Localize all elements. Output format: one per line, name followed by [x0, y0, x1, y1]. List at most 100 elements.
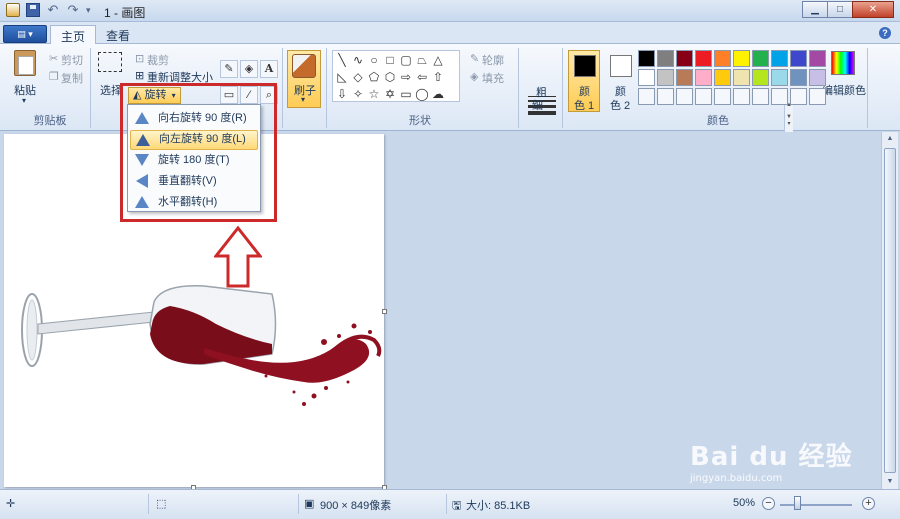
tab-view[interactable]: 查看	[96, 25, 140, 45]
copy-button[interactable]: 复制	[61, 70, 83, 86]
customize-qat-icon[interactable]: ▾	[86, 3, 100, 17]
help-icon[interactable]: ?	[879, 27, 891, 39]
palette-swatch[interactable]	[638, 50, 655, 67]
fill-bucket-icon[interactable]: ◈	[240, 60, 258, 78]
color2-button[interactable]: 颜 色 2	[604, 50, 636, 112]
vertical-scrollbar[interactable]: ▲ ▼	[881, 132, 898, 489]
zoom-slider-track[interactable]	[780, 504, 852, 506]
zoom-in-button[interactable]: +	[862, 497, 875, 510]
scroll-down-icon[interactable]: ▼	[882, 475, 898, 489]
palette-swatch[interactable]	[752, 88, 769, 105]
application-menu-button[interactable]: ▤ ▾	[3, 25, 47, 43]
palette-swatch[interactable]	[752, 69, 769, 86]
palette-swatch[interactable]	[771, 88, 788, 105]
palette-swatch[interactable]	[733, 69, 750, 86]
curve-shape-icon[interactable]: ∿	[351, 53, 365, 67]
redo-icon[interactable]: ↷	[66, 3, 80, 17]
scroll-up-icon[interactable]: ▲	[882, 132, 898, 146]
status-separator	[298, 494, 299, 514]
maximize-button[interactable]: □	[827, 1, 853, 18]
palette-swatch[interactable]	[676, 69, 693, 86]
palette-swatch[interactable]	[771, 69, 788, 86]
triangle-shape-icon[interactable]: △	[431, 53, 445, 67]
tab-home[interactable]: 主页	[50, 25, 97, 45]
rounded-rectangle-shape-icon[interactable]: ▢	[399, 53, 413, 67]
canvas-resize-handle-right[interactable]	[382, 309, 387, 314]
right-arrow-shape-icon[interactable]: ⇨	[399, 70, 413, 84]
zoom-slider-knob[interactable]	[794, 496, 801, 510]
size-label-line2[interactable]: 细	[532, 97, 543, 113]
cut-button[interactable]: 剪切	[61, 52, 83, 68]
palette-swatch[interactable]	[714, 88, 731, 105]
minimize-button[interactable]: ▁	[802, 1, 828, 18]
palette-swatch[interactable]	[752, 50, 769, 67]
palette-swatch[interactable]	[695, 50, 712, 67]
ribbon-separator	[562, 48, 563, 128]
palette-swatch[interactable]	[809, 88, 826, 105]
save-icon[interactable]	[26, 3, 40, 17]
shapes-gallery[interactable]: ╲ ∿ ○ □ ▢ ⏢ △ ◺ ◇ ⬠ ⬡ ⇨ ⇦ ⇧ ⇩ ✧ ☆ ✡ ▭ ◯ …	[332, 50, 793, 152]
oval-shape-icon[interactable]: ○	[367, 53, 381, 67]
left-arrow-shape-icon[interactable]: ⇦	[415, 70, 429, 84]
pencil-icon[interactable]: ✎	[220, 60, 238, 78]
color2-swatch	[610, 55, 632, 77]
palette-swatch[interactable]	[657, 69, 674, 86]
fill-button[interactable]: 填充	[482, 70, 504, 86]
six-point-star-shape-icon[interactable]: ✡	[383, 87, 397, 101]
palette-swatch[interactable]	[809, 50, 826, 67]
five-point-star-shape-icon[interactable]: ☆	[367, 87, 381, 101]
palette-swatch[interactable]	[809, 69, 826, 86]
ribbon-separator	[282, 48, 283, 128]
palette-swatch[interactable]	[733, 50, 750, 67]
paint-app-icon[interactable]	[6, 3, 20, 17]
hexagon-shape-icon[interactable]: ⬡	[383, 70, 397, 84]
status-bar: ✛ ⬚ ▣ 900 × 849像素 🖫 大小: 85.1KB 50% − +	[0, 489, 900, 519]
polygon-shape-icon[interactable]: ⏢	[415, 53, 429, 67]
rounded-callout-shape-icon[interactable]: ▭	[399, 87, 413, 101]
palette-swatch[interactable]	[695, 69, 712, 86]
line-shape-icon[interactable]: ╲	[335, 53, 349, 67]
status-separator	[446, 494, 447, 514]
right-triangle-shape-icon[interactable]: ◺	[335, 70, 349, 84]
palette-swatch[interactable]	[771, 50, 788, 67]
text-tool-icon[interactable]: A	[260, 60, 278, 78]
four-point-star-shape-icon[interactable]: ✧	[351, 87, 365, 101]
palette-swatch[interactable]	[714, 69, 731, 86]
palette-swatch[interactable]	[733, 88, 750, 105]
palette-swatch[interactable]	[676, 50, 693, 67]
diamond-shape-icon[interactable]: ◇	[351, 70, 365, 84]
select-button[interactable]: 选择	[100, 82, 122, 98]
palette-swatch[interactable]	[695, 88, 712, 105]
colors-group-label: 颜色	[707, 115, 729, 127]
palette-swatch[interactable]	[657, 88, 674, 105]
color1-button[interactable]: 颜 色 1	[568, 50, 600, 112]
crop-button[interactable]: 裁剪	[147, 52, 169, 68]
zoom-out-button[interactable]: −	[762, 497, 775, 510]
color2-label-line2: 色 2	[610, 100, 631, 112]
brushes-button[interactable]: 刷子 ▾	[287, 50, 321, 108]
undo-icon[interactable]: ↶	[46, 3, 60, 17]
edit-colors-icon[interactable]	[831, 51, 855, 75]
up-arrow-shape-icon[interactable]: ⇧	[431, 70, 445, 84]
rectangle-shape-icon[interactable]: □	[383, 53, 397, 67]
palette-swatch[interactable]	[638, 69, 655, 86]
palette-swatch[interactable]	[790, 50, 807, 67]
palette-swatch[interactable]	[790, 69, 807, 86]
quick-access-toolbar: ↶ ↷ ▾	[6, 3, 100, 17]
palette-swatch[interactable]	[657, 50, 674, 67]
cloud-callout-shape-icon[interactable]: ☁	[431, 87, 445, 101]
palette-swatch[interactable]	[790, 88, 807, 105]
edit-colors-button[interactable]: 编辑颜色	[822, 82, 866, 98]
palette-swatch[interactable]	[638, 88, 655, 105]
paste-dropdown-icon[interactable]: ▾	[22, 96, 26, 105]
select-icon[interactable]	[98, 52, 122, 72]
oval-callout-shape-icon[interactable]: ◯	[415, 87, 429, 101]
down-arrow-shape-icon[interactable]: ⇩	[335, 87, 349, 101]
scrollbar-thumb[interactable]	[884, 148, 896, 473]
paste-icon[interactable]	[14, 50, 36, 76]
close-button[interactable]: ✕	[852, 1, 894, 18]
outline-button[interactable]: 轮廓	[482, 52, 504, 68]
pentagon-shape-icon[interactable]: ⬠	[367, 70, 381, 84]
palette-swatch[interactable]	[676, 88, 693, 105]
palette-swatch[interactable]	[714, 50, 731, 67]
